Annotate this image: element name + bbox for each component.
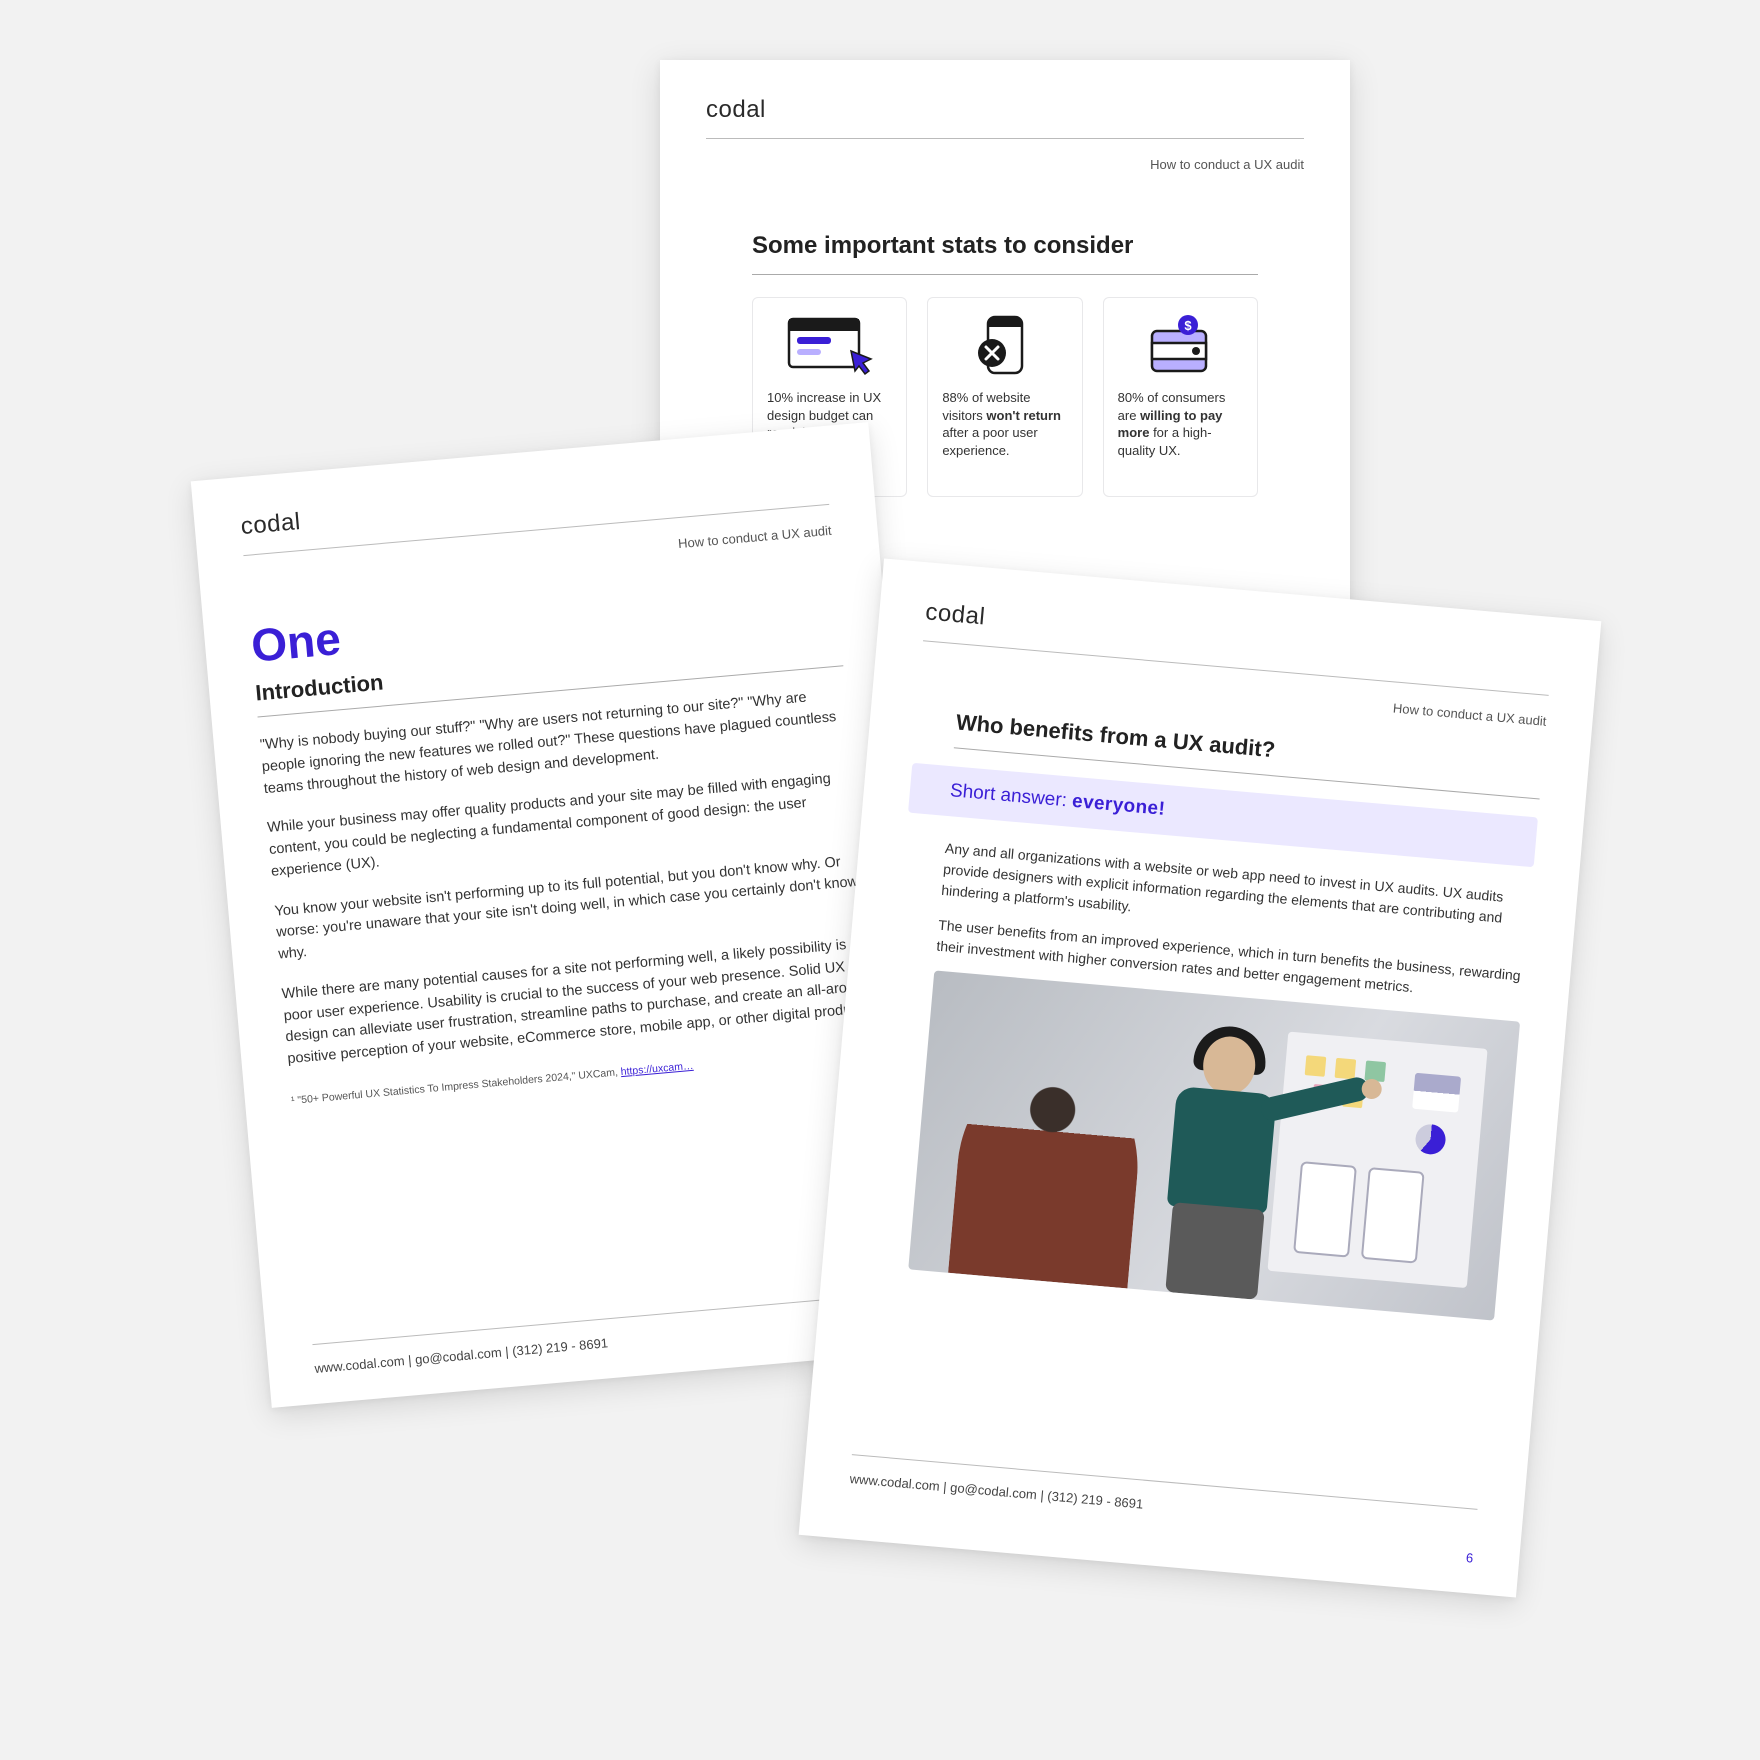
wallet-dollar-icon: $	[1118, 312, 1243, 377]
footnote-link[interactable]: https://uxcam…	[620, 1060, 694, 1078]
stat-text-wont-return: 88% of website visitors won't return aft…	[942, 389, 1067, 459]
footnote-text: ¹ "50+ Powerful UX Statistics To Impress…	[291, 1066, 622, 1107]
callout-prefix: Short answer:	[949, 780, 1073, 812]
stat-text-pay-more: 80% of consumers are willing to pay more…	[1118, 389, 1243, 459]
photo-ux-presentation	[908, 970, 1520, 1320]
phone-x-icon	[942, 312, 1067, 377]
page-intro-content: One Introduction "Why is nobody buying o…	[248, 558, 898, 1344]
brand-logo: codal	[706, 96, 1304, 124]
stat-card-pay-more: $ 80% of consumers are willing to pay mo…	[1103, 297, 1258, 497]
page-benefits-content: Who benefits from a UX audit? Short answ…	[852, 694, 1544, 1509]
stats-heading: Some important stats to consider	[706, 232, 1304, 260]
page-who-benefits: codal How to conduct a UX audit Who bene…	[799, 558, 1602, 1597]
callout-emphasis: everyone!	[1071, 791, 1166, 820]
canvas: codal How to conduct a UX audit Some imp…	[0, 0, 1760, 1760]
document-title: How to conduct a UX audit	[706, 139, 1304, 192]
svg-text:$: $	[1185, 318, 1193, 333]
stat-card-wont-return: 88% of website visitors won't return aft…	[927, 297, 1082, 497]
stats-rule	[752, 274, 1258, 275]
cursor-browser-icon	[767, 312, 892, 377]
